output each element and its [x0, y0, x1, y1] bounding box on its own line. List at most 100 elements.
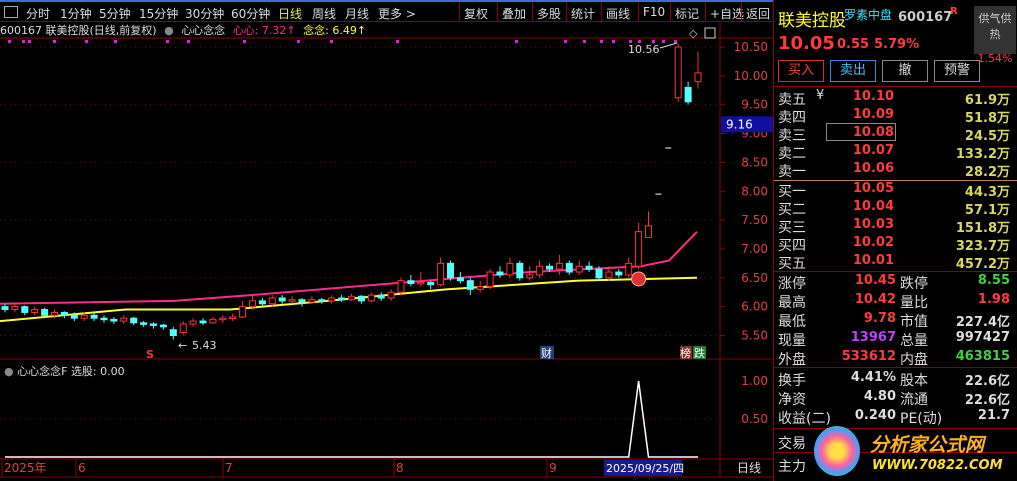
toolbar-button[interactable]: 统计 [566, 2, 599, 22]
toolbar-button[interactable]: 多股 [532, 2, 565, 22]
bid-row[interactable]: 买二 10.04 57.1万 [778, 199, 1010, 218]
fin-row: 换手 4.41% 股本 22.6亿 [778, 370, 1010, 389]
candle-body [615, 271, 623, 276]
candle-body [140, 322, 148, 325]
period-tab[interactable]: 60分钟 [231, 5, 270, 22]
price-tick-label: 10.00 [734, 69, 768, 83]
candle-body [595, 268, 603, 279]
candle-body [486, 271, 494, 287]
period-tab[interactable]: 周线 [312, 5, 336, 22]
selected-date: 2025/09/25/四 [606, 462, 684, 475]
trade-label[interactable]: 交易 [778, 433, 806, 453]
candle-body [199, 320, 207, 324]
candle-body [555, 262, 563, 270]
marker-dot [22, 40, 25, 43]
candle-body [70, 314, 78, 319]
candle-body [575, 265, 583, 273]
signal-line [5, 380, 698, 458]
sell-button[interactable]: 卖出 [830, 60, 876, 82]
candle-body [427, 281, 435, 286]
lower-pane-header: ● 心心念念F 选股: 0.00 [4, 363, 125, 379]
kline-chart[interactable]: 10.50 10.00 9.50 9.00 8.50 8.00 7.50 7.00 6.50 6.… [0, 0, 773, 481]
bid-row[interactable]: 买四 10.02 323.7万 [778, 235, 1010, 254]
ask-row[interactable]: 卖一 10.06 28.2万 [778, 161, 1010, 180]
signal-ball-icon [631, 271, 647, 287]
marker-dot [600, 40, 603, 43]
period-tab[interactable]: 日线 [278, 5, 302, 22]
marker-dot [515, 40, 518, 43]
main-force-label[interactable]: 主力 [778, 456, 806, 476]
bid-row[interactable]: 买五 10.01 457.2万 [778, 253, 1010, 272]
toolbar-button[interactable]: 返回 [741, 2, 774, 22]
marker-dot [396, 40, 399, 43]
period-tab[interactable]: 15分钟 [139, 5, 178, 22]
indicator-toggle-icon[interactable]: ● [164, 24, 174, 37]
candle-body [565, 262, 573, 273]
candle-body [179, 323, 187, 334]
bid-row[interactable]: 买一 10.05 44.3万 [778, 181, 1010, 200]
pct-change: 5.79% [874, 37, 920, 52]
candle-body [476, 285, 484, 290]
ma-line-pink [0, 230, 698, 305]
candle-body [60, 311, 68, 316]
period-tab[interactable]: 30分钟 [185, 5, 224, 22]
candle-body [239, 306, 247, 318]
bid-row[interactable]: 买三 10.03 151.8万 [778, 217, 1010, 236]
lower-toggle-icon[interactable]: ● [4, 365, 14, 378]
die-marker: 跌 [694, 346, 705, 360]
toolbar-button[interactable]: 画线 [601, 2, 634, 22]
ask-row[interactable]: 卖五 10.10 61.9万 [778, 89, 1010, 108]
candle-body [41, 309, 49, 316]
candle-body [278, 297, 286, 302]
period-tab[interactable]: 月线 [345, 5, 369, 22]
candle-body [585, 265, 593, 270]
marker-dot [28, 40, 31, 43]
fin-row: 净资 4.80 流通 22.6亿 [778, 389, 1010, 408]
candle-body [51, 311, 58, 316]
period-tab[interactable]: 1分钟 [60, 5, 92, 22]
candle-body [288, 299, 296, 302]
candle-body [298, 299, 306, 303]
toolbar-button[interactable]: 叠加 [497, 2, 530, 22]
indicator-name[interactable]: 心心念念 [181, 24, 225, 37]
date-label: 7 [225, 461, 233, 475]
candle-body [684, 86, 692, 103]
buy-button[interactable]: 买入 [778, 60, 824, 82]
marker-dot [53, 40, 56, 43]
candle-body [506, 262, 514, 276]
marker-dot [662, 40, 665, 43]
cancel-button[interactable]: 撤 [882, 60, 928, 82]
candle-body [1, 306, 9, 311]
current-price-text: 9.16 [726, 117, 753, 131]
price-tick-label: 6.00 [741, 300, 768, 314]
sector-box[interactable]: 供气供热 1.54% [974, 6, 1016, 65]
toolbar: 分时 1分钟 5分钟 15分钟 30分钟 60分钟 日线 周线 月线 更多 > 复权 叠加 多股 统计 画线… [0, 0, 773, 22]
candle-body [120, 317, 128, 322]
candle-body [159, 324, 167, 328]
selected-ask-box [826, 123, 896, 141]
bang-marker-bg [680, 346, 692, 359]
period-tab[interactable]: 5分钟 [99, 5, 131, 22]
toolbar-button[interactable]: 复权 [459, 2, 492, 22]
alert-button[interactable]: 预警 [934, 60, 980, 82]
layout-toggle-icon[interactable] [4, 6, 18, 18]
candle-body [268, 297, 276, 305]
marker-dot [564, 40, 567, 43]
marker-dot [674, 40, 677, 43]
candle-body [377, 294, 385, 299]
ask-row[interactable]: 卖二 10.07 133.2万 [778, 143, 1010, 162]
period-tab[interactable]: 分时 [26, 5, 50, 22]
date-label: 9 [549, 461, 557, 475]
toolbar-button[interactable]: 标记 [670, 2, 703, 22]
toolbar-button[interactable]: F10 [638, 2, 669, 22]
stat-row: 最高 10.42 量比 1.98 [778, 292, 1010, 311]
high-arrow [659, 42, 678, 49]
info-bar: 600167 联美控股(日线,前复权) ● 心心念念 心心: 7.32↑ 念念:… [0, 22, 720, 38]
period-tab[interactable]: 更多 > [378, 5, 416, 22]
marker-dot [297, 40, 300, 43]
index-tag: 罗素中盘 [844, 8, 893, 22]
ma-line-yellow [0, 276, 698, 323]
candle-body [258, 300, 266, 305]
price-tick-label: 5.50 [741, 329, 768, 343]
line1-value: 7.32↑ [261, 24, 296, 37]
